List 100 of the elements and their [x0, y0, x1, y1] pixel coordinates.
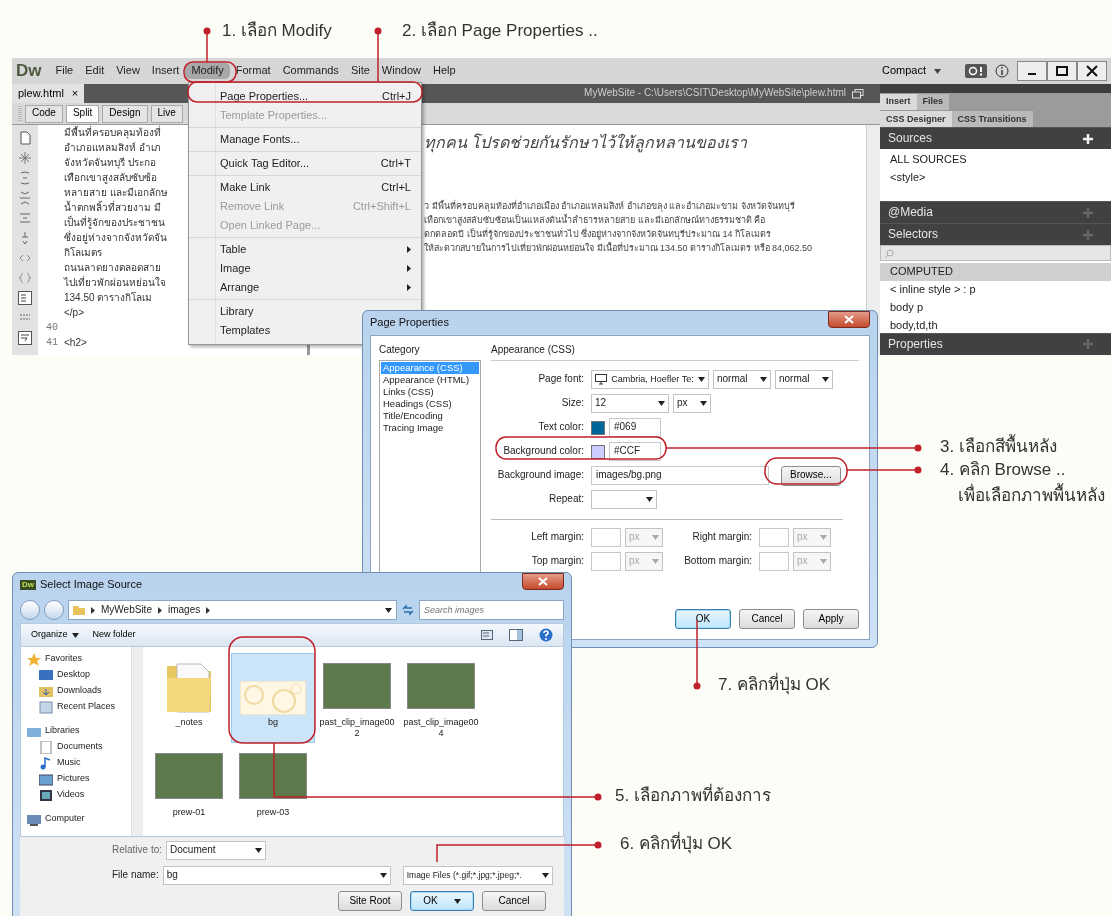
dialog-button[interactable]: Apply [803, 609, 859, 629]
menu-item[interactable]: Format [229, 63, 277, 79]
margin-field[interactable] [591, 528, 621, 547]
relative-to-select[interactable]: Document [166, 841, 267, 860]
menu-option[interactable]: Manage Fonts... [189, 130, 421, 149]
nav-item[interactable]: Recent Places [27, 699, 131, 715]
close-button[interactable] [522, 573, 564, 590]
format-icon[interactable] [18, 291, 32, 305]
menu-option[interactable]: Page Properties... Ctrl+J [189, 87, 421, 106]
view-button[interactable]: Design [102, 104, 148, 123]
nav-item[interactable]: Libraries [27, 723, 131, 739]
selector-item[interactable]: COMPUTED [880, 262, 1111, 281]
menu-item[interactable]: Help [426, 63, 462, 79]
font-weight-select[interactable]: normal [713, 370, 771, 389]
nav-item[interactable]: Music [27, 755, 131, 771]
font-style-select[interactable]: normal [775, 370, 833, 389]
pane-icon[interactable] [509, 629, 523, 641]
toolbar-button[interactable]: New folder [92, 629, 136, 641]
dialog-button[interactable]: Cancel [482, 891, 546, 911]
collapse-icon[interactable] [18, 191, 32, 205]
nav-item[interactable]: Documents [27, 739, 131, 755]
menu-option[interactable]: Arrange [189, 278, 421, 297]
maximize-icon[interactable] [1053, 64, 1071, 78]
address-bar[interactable]: MyWebSite images [68, 600, 397, 620]
margin-field[interactable] [759, 528, 789, 547]
menu-option[interactable]: Table [189, 240, 421, 259]
file-tile[interactable]: bg [231, 653, 315, 743]
sync-alert-icon[interactable] [965, 64, 987, 78]
unit-select[interactable]: px [673, 394, 711, 413]
file-tile[interactable]: _notes [147, 653, 231, 743]
document-tab[interactable]: plew.html × [12, 84, 85, 103]
source-item[interactable]: ALL SOURCES [890, 151, 1101, 170]
document-icon[interactable] [18, 131, 32, 145]
margin-field[interactable] [591, 552, 621, 571]
view-button[interactable]: Code [25, 104, 63, 123]
view-button[interactable]: Split [65, 104, 100, 123]
nav-item[interactable]: Computer [27, 811, 131, 827]
info-icon[interactable] [995, 64, 1009, 78]
margin-field[interactable] [759, 552, 789, 571]
menu-item[interactable]: File [49, 63, 80, 79]
braces-icon[interactable] [18, 271, 32, 285]
file-tile[interactable]: prew-01 [147, 743, 231, 822]
category-item[interactable]: Tracing Image [381, 421, 479, 434]
font-select[interactable]: Cambria, Hoefler Te: [591, 370, 709, 389]
refresh-icon[interactable] [401, 604, 415, 616]
dialog-button[interactable]: Cancel [739, 609, 795, 629]
dialog-button[interactable]: OK [410, 891, 474, 911]
menu-item[interactable]: View [110, 63, 146, 79]
file-tile[interactable]: prew-03 [231, 743, 315, 822]
color-swatch[interactable] [591, 444, 605, 459]
category-item[interactable]: Links (CSS) [381, 385, 479, 398]
help-icon[interactable] [539, 628, 553, 642]
close-button[interactable] [1077, 61, 1107, 81]
menu-item[interactable]: Window [375, 63, 427, 79]
asterisk-icon[interactable] [18, 151, 32, 165]
menu-item[interactable]: Site [344, 63, 376, 79]
toolbar-button[interactable]: Organize [31, 629, 79, 641]
category-item[interactable]: Headings (CSS) [381, 397, 479, 410]
view-icon[interactable] [481, 630, 493, 640]
image-path-field[interactable]: images/bg.png [591, 466, 769, 485]
file-tile[interactable]: past_clip_image002 [315, 653, 399, 743]
path-segment[interactable]: MyWebSite [101, 603, 152, 617]
selector-search-field[interactable] [880, 245, 1111, 261]
menu-item[interactable]: Commands [276, 63, 345, 79]
menu-option[interactable]: Quick Tag Editor... Ctrl+T [189, 154, 421, 173]
category-item[interactable]: Title/Encoding [381, 409, 479, 422]
panel-tab[interactable]: CSS Transitions [951, 111, 1033, 128]
close-icon[interactable] [1083, 64, 1101, 78]
panel-tab[interactable]: Files [916, 93, 950, 110]
selector-item[interactable]: < inline style > : p [890, 280, 1101, 299]
search-field[interactable]: Search images [419, 600, 564, 620]
nav-item[interactable]: Favorites [27, 651, 131, 667]
panel-tab[interactable]: Insert [880, 93, 917, 110]
selector-item[interactable]: body,td,th [890, 316, 1101, 335]
select-tag-icon[interactable] [18, 211, 32, 225]
minimize-button[interactable] [1017, 61, 1047, 81]
file-type-select[interactable]: Image Files (*.gif;*.jpg;*.jpeg;*. [402, 866, 553, 885]
menu-item[interactable]: Edit [79, 63, 111, 79]
menu-item[interactable]: Modify [185, 63, 230, 79]
panel-tab[interactable]: CSS Designer [880, 111, 952, 128]
scrollbar[interactable] [131, 647, 143, 836]
forward-button[interactable] [44, 600, 64, 620]
selector-item[interactable]: body p [890, 298, 1101, 317]
file-name-field[interactable]: bg [162, 866, 391, 885]
color-swatch[interactable] [591, 420, 605, 435]
file-tile[interactable]: past_clip_image004 [399, 653, 483, 743]
color-field[interactable]: #069 [609, 418, 661, 437]
word-wrap-icon[interactable] [18, 331, 32, 345]
size-select[interactable]: 12 [591, 394, 669, 413]
view-button[interactable]: Live [150, 104, 183, 123]
menu-option[interactable]: Make Link Ctrl+L [189, 178, 421, 197]
nav-item[interactable]: Desktop [27, 667, 131, 683]
source-item[interactable]: <style> [890, 169, 1101, 188]
workspace-switcher[interactable]: Compact [881, 64, 941, 78]
category-item[interactable]: Appearance (HTML) [381, 373, 479, 386]
expand-icon[interactable] [18, 171, 32, 185]
path-segment[interactable]: images [167, 603, 201, 617]
restore-icon[interactable] [852, 88, 864, 99]
back-button[interactable] [20, 600, 40, 620]
maximize-button[interactable] [1047, 61, 1077, 81]
